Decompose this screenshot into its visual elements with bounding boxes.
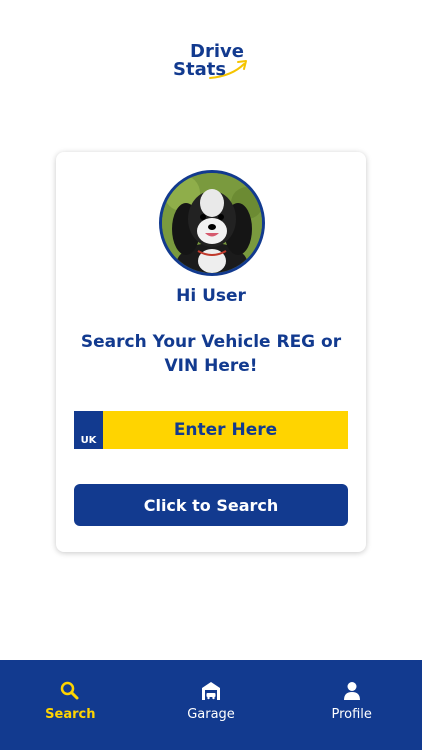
dog-photo bbox=[162, 173, 262, 273]
drive-stats-logo: Drive Stats bbox=[170, 40, 252, 82]
bottom-navigation: Search Garage Profile bbox=[0, 660, 422, 750]
garage-icon bbox=[202, 682, 220, 700]
registration-placeholder: Enter Here bbox=[173, 420, 278, 440]
search-icon bbox=[61, 681, 79, 700]
nav-label-search: Search bbox=[45, 707, 96, 722]
click-to-search-button[interactable]: Click to Search bbox=[74, 484, 348, 526]
greeting-text: Hi User bbox=[176, 286, 246, 306]
registration-input[interactable]: UK Enter Here bbox=[74, 411, 348, 449]
search-card: Hi User Search Your Vehicle REG or VIN H… bbox=[56, 152, 366, 552]
nav-label-profile: Profile bbox=[331, 707, 372, 722]
logo-text-stats: Stats bbox=[173, 59, 227, 80]
person-icon bbox=[343, 682, 360, 700]
nav-item-profile[interactable]: Profile bbox=[281, 660, 422, 750]
avatar bbox=[159, 170, 265, 276]
uk-country-badge: UK bbox=[74, 411, 103, 449]
search-prompt: Search Your Vehicle REG or VIN Here! bbox=[80, 332, 342, 376]
nav-label-garage: Garage bbox=[187, 707, 235, 722]
nav-item-search[interactable]: Search bbox=[0, 660, 141, 750]
nav-item-garage[interactable]: Garage bbox=[141, 660, 282, 750]
